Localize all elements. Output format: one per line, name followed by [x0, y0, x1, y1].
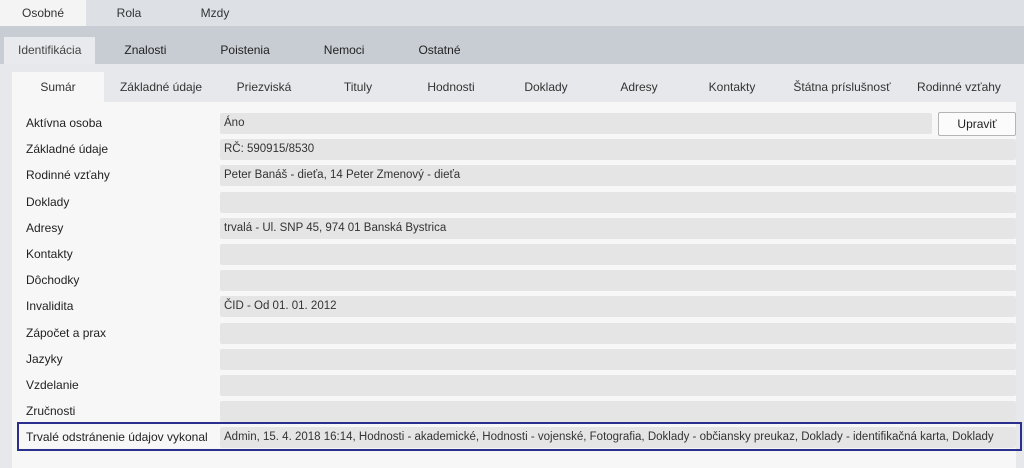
row-label: Zručnosti	[26, 404, 76, 419]
tab-identifikacia[interactable]: Identifikácia	[4, 37, 96, 64]
row-value: Admin, 15. 4. 2018 16:14, Hodnosti - aka…	[220, 427, 1016, 449]
tab-rola[interactable]: Rola	[86, 0, 172, 26]
row-doklady: Doklady	[12, 189, 1016, 215]
tab-rodinne-vztahy[interactable]: Rodinné vzťahy	[902, 72, 1016, 102]
tab-hodnosti[interactable]: Hodnosti	[406, 72, 496, 102]
top-tab-bar: Osobné Rola Mzdy	[0, 0, 1024, 26]
row-jazyky: Jazyky	[12, 346, 1016, 372]
row-label: Vzdelanie	[26, 377, 79, 392]
row-value	[220, 191, 1016, 213]
row-value: RČ: 590915/8530	[220, 139, 1016, 161]
tab-ostatne[interactable]: Ostatné	[393, 37, 485, 64]
row-aktivna-osoba: Aktívna osoba Áno Upraviť	[12, 110, 1016, 136]
row-value: Áno	[220, 113, 932, 134]
row-adresy: Adresy trvalá - Ul. SNP 45, 974 01 Bansk…	[12, 215, 1016, 241]
row-value	[220, 270, 1016, 292]
row-value	[220, 401, 1016, 423]
row-value	[220, 374, 1016, 396]
row-value	[220, 243, 1016, 265]
identifikacia-panel: Sumár Základné údaje Priezviská Tituly H…	[0, 64, 1024, 468]
row-zrucnosti: Zručnosti	[12, 398, 1016, 424]
row-label: Adresy	[26, 220, 64, 235]
tab-znalosti[interactable]: Znalosti	[99, 37, 191, 64]
second-tab-bar: Identifikácia Znalosti Poistenia Nemoci …	[0, 26, 1024, 64]
tab-doklady[interactable]: Doklady	[496, 72, 596, 102]
tab-sumar[interactable]: Sumár	[12, 72, 104, 102]
row-rodinne-vztahy: Rodinné vzťahy Peter Banáš - dieťa, 14 P…	[12, 162, 1016, 188]
tab-osobne[interactable]: Osobné	[0, 0, 86, 26]
row-label: Základné údaje	[26, 142, 109, 157]
row-label: Aktívna osoba	[26, 116, 103, 130]
row-invalidita: Invalidita ČID - Od 01. 01. 2012	[12, 293, 1016, 319]
row-label: Rodinné vzťahy	[26, 168, 110, 183]
tab-nemoci[interactable]: Nemoci	[299, 37, 390, 64]
row-trvale-odstranenie: Trvalé odstránenie údajov vykonal Admin,…	[12, 422, 1022, 452]
row-kontakty: Kontakty	[12, 241, 1016, 267]
row-zakladne-udaje: Základné údaje RČ: 590915/8530	[12, 136, 1016, 162]
row-zapocet-a-prax: Zápočet a prax	[12, 320, 1016, 346]
sumar-panel: Sumár Základné údaje Priezviská Tituly H…	[12, 72, 1022, 468]
row-dochodky: Dôchodky	[12, 267, 1016, 293]
row-vzdelanie: Vzdelanie	[12, 372, 1016, 398]
tab-statna-prislusnost[interactable]: Štátna príslušnosť	[782, 72, 902, 102]
row-value: Peter Banáš - dieťa, 14 Peter Zmenový - …	[220, 165, 1016, 187]
tab-tituly[interactable]: Tituly	[310, 72, 406, 102]
row-label: Invalidita	[26, 299, 74, 314]
row-label: Zápočet a prax	[26, 325, 107, 340]
row-label: Jazyky	[26, 351, 63, 366]
row-label: Kontakty	[26, 246, 73, 261]
row-label: Dôchodky	[26, 273, 80, 288]
row-value	[220, 322, 1016, 344]
tab-zakladne-udaje[interactable]: Základné údaje	[104, 72, 218, 102]
row-value	[220, 348, 1016, 370]
tab-mzdy[interactable]: Mzdy	[172, 0, 258, 26]
row-value: trvalá - Ul. SNP 45, 974 01 Banská Bystr…	[220, 217, 1016, 239]
row-value: ČID - Od 01. 01. 2012	[220, 296, 1016, 318]
edit-button[interactable]: Upraviť	[938, 112, 1016, 136]
tab-kontakty[interactable]: Kontakty	[682, 72, 782, 102]
tab-poistenia[interactable]: Poistenia	[195, 37, 294, 64]
tab-priezviska[interactable]: Priezviská	[218, 72, 310, 102]
tab-adresy[interactable]: Adresy	[596, 72, 682, 102]
third-tab-bar: Sumár Základné údaje Priezviská Tituly H…	[12, 72, 1016, 102]
row-label: Doklady	[26, 194, 70, 209]
summary-rows: Aktívna osoba Áno Upraviť Základné údaje…	[12, 110, 1022, 452]
row-label: Trvalé odstránenie údajov vykonal	[26, 430, 208, 445]
